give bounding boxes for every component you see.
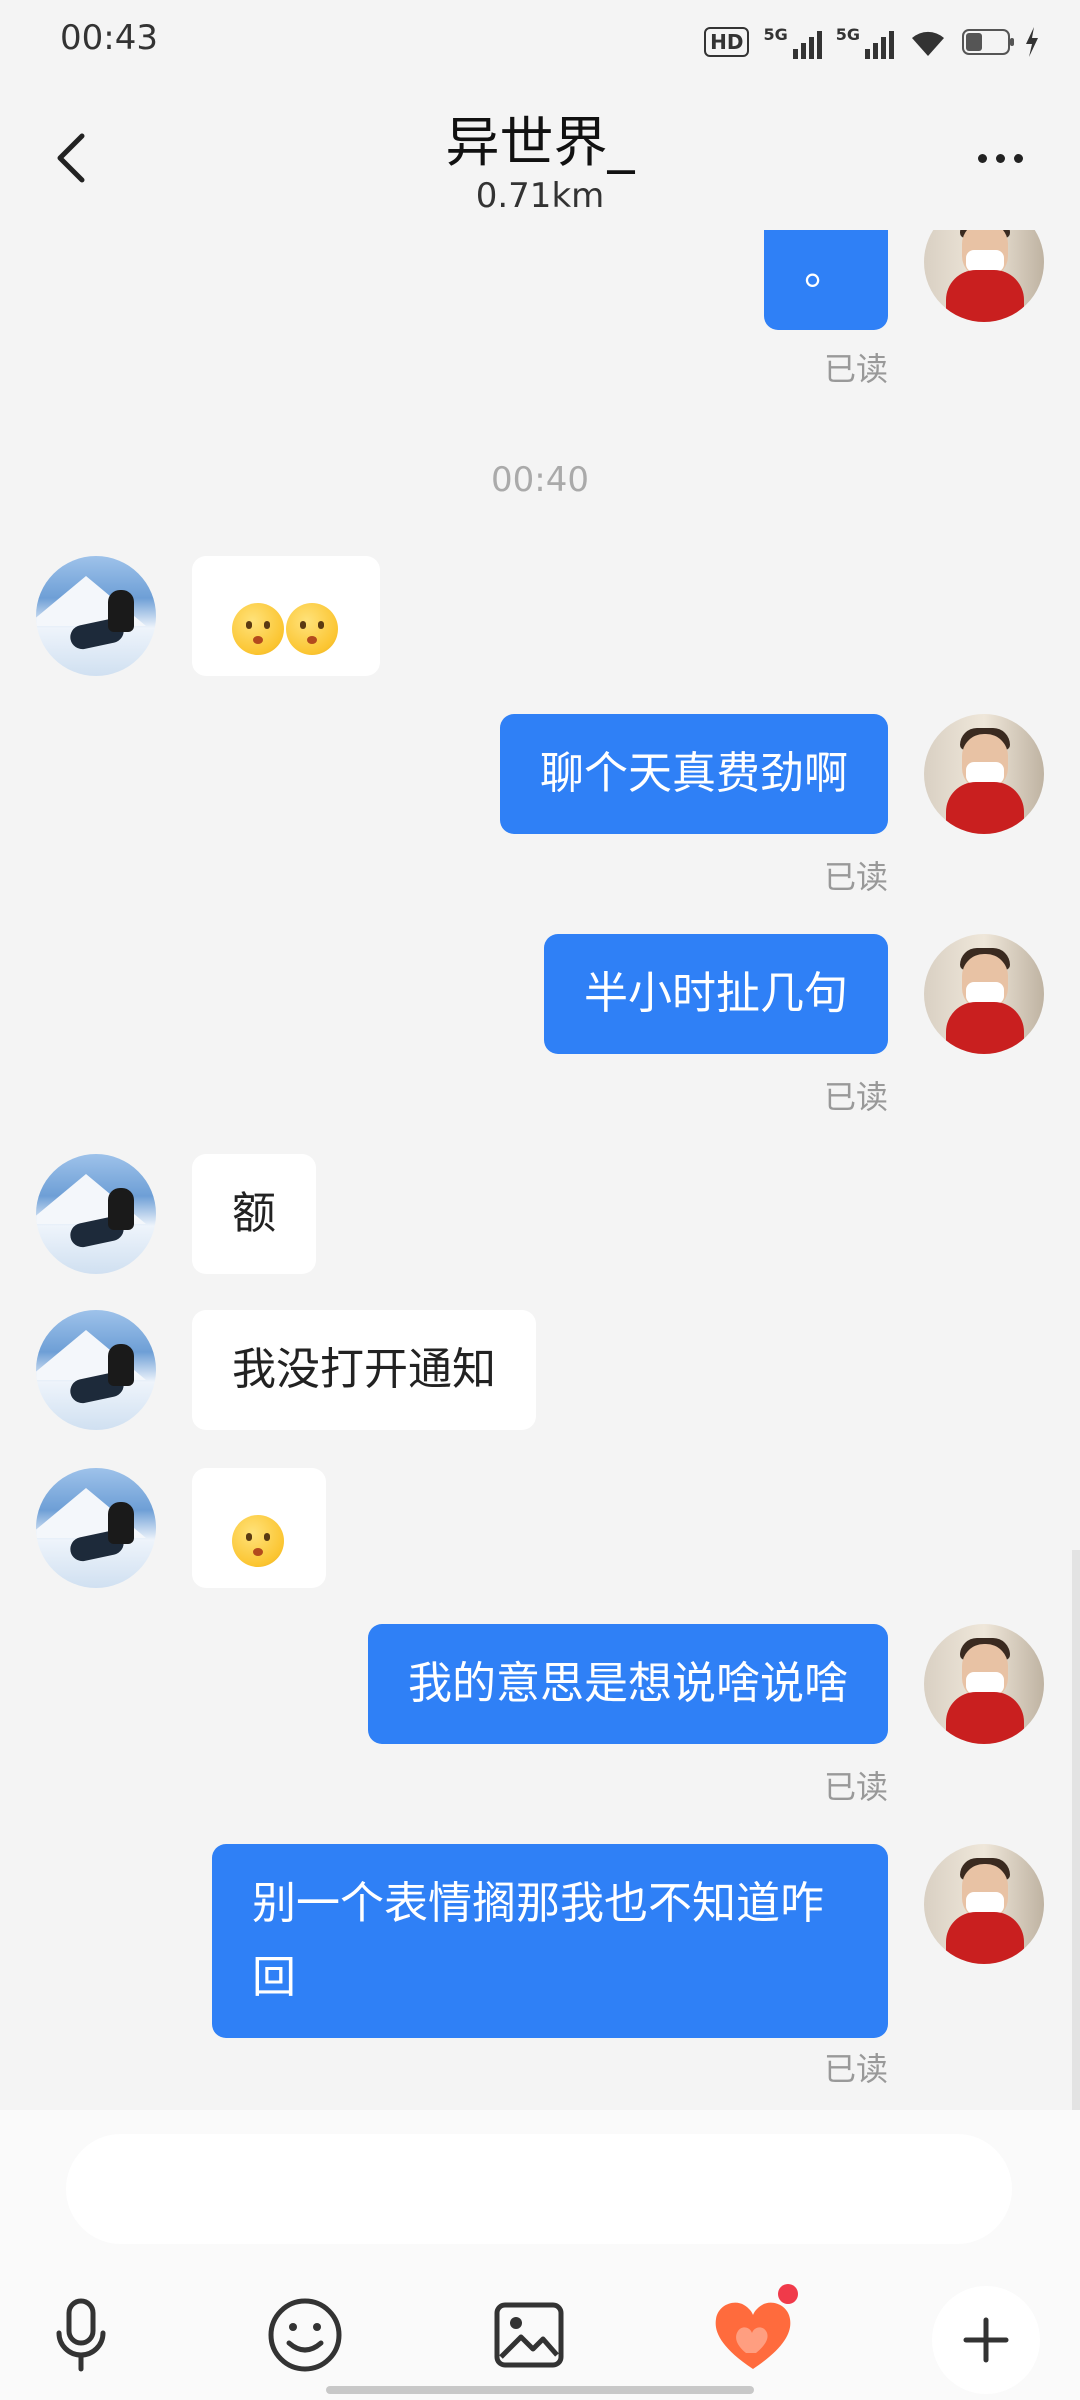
flushed-emoji-icon <box>232 1515 284 1567</box>
network-label-1: 5G <box>763 25 788 44</box>
more-dot-icon <box>1013 153 1023 163</box>
contact-name: 异世界_ <box>445 111 635 174</box>
outgoing-message[interactable]: 半小时扯几句 <box>544 934 888 1054</box>
more-actions-button[interactable] <box>932 2286 1040 2394</box>
contact-avatar[interactable] <box>36 556 156 676</box>
more-options-button[interactable] <box>960 136 1040 180</box>
emoji-icon <box>268 2298 342 2372</box>
voice-button[interactable] <box>26 2280 136 2390</box>
scrollbar[interactable] <box>1072 1550 1080 2110</box>
status-icons: HD 5G 5G <box>704 20 1040 64</box>
status-time: 00:43 <box>60 18 158 58</box>
notification-badge <box>778 2284 798 2304</box>
home-indicator[interactable] <box>326 2386 754 2394</box>
contact-avatar[interactable] <box>36 1468 156 1588</box>
charging-icon <box>1026 27 1038 57</box>
outgoing-message[interactable]: 聊个天真费劲啊 <box>500 714 888 834</box>
composer <box>0 2110 1080 2400</box>
incoming-message[interactable]: 我没打开通知 <box>192 1310 536 1430</box>
image-icon <box>494 2302 564 2368</box>
read-receipt: 已读 <box>823 1768 888 1806</box>
incoming-emoji-message[interactable] <box>192 1468 326 1588</box>
network-label-2: 5G <box>835 25 860 44</box>
image-button[interactable] <box>474 2280 584 2390</box>
message-input[interactable] <box>66 2134 1012 2244</box>
more-dot-icon <box>977 153 987 163</box>
contact-distance: 0.71km <box>475 176 605 216</box>
read-receipt: 已读 <box>823 858 888 896</box>
contact-avatar[interactable] <box>36 1310 156 1430</box>
incoming-emoji-message[interactable] <box>192 556 380 676</box>
read-receipt: 已读 <box>823 1078 888 1116</box>
flushed-emoji-icon <box>232 603 284 655</box>
outgoing-message[interactable]: 我的意思是想说啥说啥 <box>368 1624 888 1744</box>
plus-icon <box>963 2317 1009 2363</box>
outgoing-message[interactable]: 。 <box>764 230 888 330</box>
battery-icon <box>962 29 1014 55</box>
timestamp: 00:40 <box>491 460 589 500</box>
signal-5g-icon: 5G <box>763 25 822 59</box>
chat-header: 异世界_ 0.71km <box>0 80 1080 230</box>
wifi-icon <box>912 31 944 56</box>
read-receipt: 已读 <box>823 350 888 388</box>
incoming-message[interactable]: 额 <box>192 1154 316 1274</box>
emoji-button[interactable] <box>250 2280 360 2390</box>
my-avatar[interactable] <box>924 714 1044 834</box>
status-bar: 00:43 HD 5G 5G <box>0 0 1080 80</box>
my-avatar[interactable] <box>924 1844 1044 1964</box>
microphone-icon <box>56 2298 106 2372</box>
read-receipt: 已读 <box>823 2050 888 2088</box>
outgoing-message[interactable]: 别一个表情搁那我也不知道咋回 <box>212 1844 888 2038</box>
flushed-emoji-icon <box>286 603 338 655</box>
signal-5g-icon-2: 5G <box>836 25 894 59</box>
my-avatar[interactable] <box>924 1624 1044 1744</box>
my-avatar[interactable] <box>924 934 1044 1054</box>
heart-gift-icon <box>715 2302 791 2369</box>
my-avatar[interactable] <box>924 230 1044 322</box>
contact-avatar[interactable] <box>36 1154 156 1274</box>
more-dot-icon <box>995 153 1005 163</box>
message-list[interactable]: 。 已读 00:40 聊个天真费劲啊 已读 半小时扯几句 已读 额 我没打开通知… <box>0 230 1080 2110</box>
composer-toolbar <box>0 2280 1080 2394</box>
hd-voice-icon: HD <box>704 27 750 57</box>
gift-button[interactable] <box>698 2280 808 2390</box>
